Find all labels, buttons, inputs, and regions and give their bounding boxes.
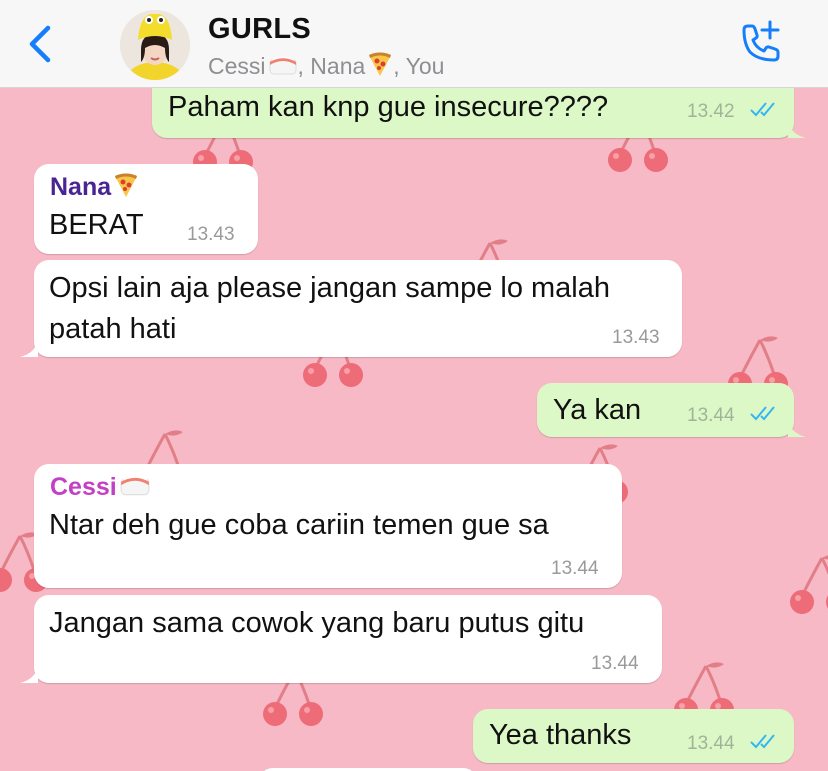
chat-header: GURLS Cessi , Nana , You bbox=[0, 0, 828, 88]
message-text-line: patah hati bbox=[49, 313, 177, 345]
avatar-image bbox=[120, 10, 190, 80]
message-text: BERAT bbox=[49, 209, 144, 241]
message-bubble-incoming[interactable]: Nana BERAT 13.43 bbox=[34, 164, 258, 254]
chat-area[interactable]: Paham kan knp gue insecure???? 13.42 Nan… bbox=[0, 88, 828, 771]
sushi-emoji bbox=[268, 51, 298, 83]
back-button[interactable] bbox=[22, 24, 62, 64]
message-time: 13.42 bbox=[687, 101, 735, 122]
group-members[interactable]: Cessi , Nana , You bbox=[208, 51, 444, 83]
message-sender: Nana bbox=[50, 170, 139, 207]
message-text: Ntar deh gue coba cariin temen gue sa bbox=[49, 509, 549, 541]
double-check-icon bbox=[750, 102, 775, 117]
message-text: Yea thanks bbox=[489, 719, 632, 751]
message-text: Jangan sama cowok yang baru putus gitu bbox=[49, 607, 585, 639]
message-time: 13.44 bbox=[687, 405, 735, 426]
member-name: Nana bbox=[310, 53, 366, 79]
message-sender: Cessi bbox=[50, 470, 151, 507]
member-separator: , bbox=[393, 53, 406, 79]
message-bubble-incoming[interactable]: Jangan sama cowok yang baru putus gitu 1… bbox=[20, 595, 662, 683]
message-bubble-incoming[interactable]: Cessi Ntar deh gue coba cariin temen gue… bbox=[34, 464, 622, 588]
message-text: Paham kan knp gue insecure???? bbox=[168, 91, 609, 123]
bubble-tail bbox=[20, 339, 38, 357]
message-time: 13.43 bbox=[187, 224, 235, 245]
message-bubble-outgoing[interactable]: Yea thanks 13.44 bbox=[473, 709, 794, 763]
chevron-left-icon bbox=[29, 25, 51, 63]
message-text-line: Opsi lain aja please jangan sampe lo mal… bbox=[49, 272, 611, 304]
sushi-emoji bbox=[119, 470, 151, 507]
pizza-emoji bbox=[367, 51, 393, 83]
message-time: 13.44 bbox=[551, 558, 599, 579]
member-name: Cessi bbox=[208, 53, 266, 79]
member-name: You bbox=[405, 53, 445, 79]
bubble-tail bbox=[788, 419, 806, 437]
double-check-icon bbox=[750, 734, 775, 749]
bubble-tail bbox=[20, 665, 38, 683]
message-bubble-outgoing[interactable]: Paham kan knp gue insecure???? 13.42 bbox=[152, 88, 806, 138]
group-avatar[interactable] bbox=[120, 10, 190, 80]
member-separator: , bbox=[297, 53, 311, 79]
message-time: 13.44 bbox=[687, 733, 735, 754]
group-title[interactable]: GURLS bbox=[208, 13, 311, 46]
add-call-button[interactable] bbox=[736, 20, 784, 68]
pizza-emoji bbox=[113, 172, 139, 207]
message-text: Ya kan bbox=[553, 394, 642, 426]
message-bubble-incoming[interactable]: Opsi lain aja please jangan sampe lo mal… bbox=[20, 260, 682, 357]
message-time: 13.43 bbox=[612, 327, 660, 348]
add-call-icon bbox=[742, 20, 780, 62]
double-check-icon bbox=[750, 406, 775, 421]
message-time: 13.44 bbox=[591, 653, 639, 674]
cherry-icon bbox=[788, 552, 828, 616]
bubble-tail bbox=[788, 120, 806, 138]
message-bubble-outgoing[interactable]: Ya kan 13.44 bbox=[537, 383, 806, 437]
